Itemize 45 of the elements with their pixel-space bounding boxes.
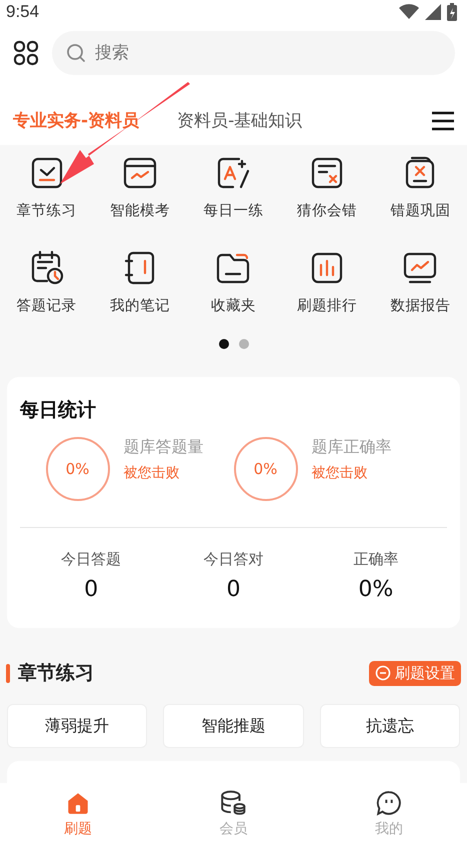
clock-time: 9:54 [6,2,40,22]
shortcut-label[interactable]: 答题记录 [16,296,77,315]
edit-document-icon[interactable] [215,155,252,191]
section-title: 章节练习 [18,661,94,686]
shortcut-label[interactable]: 刷题排行 [296,296,357,315]
accent-bar [6,664,10,682]
battery-icon [447,3,457,21]
card-title: 每日统计 [20,398,97,423]
category-tab[interactable]: 资料员-基础知识 [177,109,302,132]
stat-label: 题库正确率 [312,436,392,458]
chat-bubble-icon [376,790,402,816]
mode-button[interactable]: 薄弱提升 [7,704,148,748]
shortcut-label[interactable]: 智能模考 [110,201,170,220]
percent-ring: 0% [234,437,298,501]
page-dot[interactable] [218,339,228,349]
stat-note: 被您击败 [124,464,180,482]
stat-label: 今日答题 [60,550,122,569]
coin-stack-icon [220,790,246,816]
grid-menu-icon[interactable] [13,40,39,66]
shortcut-label[interactable]: 章节练习 [16,201,77,220]
stat-value: 0 [83,577,100,602]
percent-ring: 0% [46,437,110,501]
stat-note: 被您击败 [312,464,368,482]
mode-button[interactable]: 抗遗忘 [320,704,460,748]
shortcut-label[interactable]: 猜你会错 [296,201,357,220]
mode-button[interactable]: 智能推题 [163,704,304,748]
stat-value: 0 [225,577,242,602]
minus-circle-icon [375,665,391,681]
signal-icon [425,4,441,20]
shortcut-label[interactable]: 收藏夹 [210,296,256,315]
shortcut-label[interactable]: 错题巩固 [390,201,450,220]
stat-label: 今日答对 [202,550,264,569]
search-field[interactable]: 搜索 [52,31,455,75]
chart-window-icon[interactable] [122,155,158,191]
search-icon [66,43,86,63]
wifi-icon [399,4,419,20]
stat-label: 题库答题量 [124,436,204,458]
shortcut-label[interactable]: 每日一练 [203,201,264,220]
page-dot[interactable] [238,339,248,349]
stat-value: 0% [357,577,394,602]
shortcut-label[interactable]: 我的笔记 [110,296,170,315]
monitor-chart-icon[interactable] [402,250,438,286]
stat-label: 正确率 [352,550,400,569]
menu-icon[interactable] [431,110,455,130]
shortcut-label[interactable]: 数据报告 [390,296,450,315]
